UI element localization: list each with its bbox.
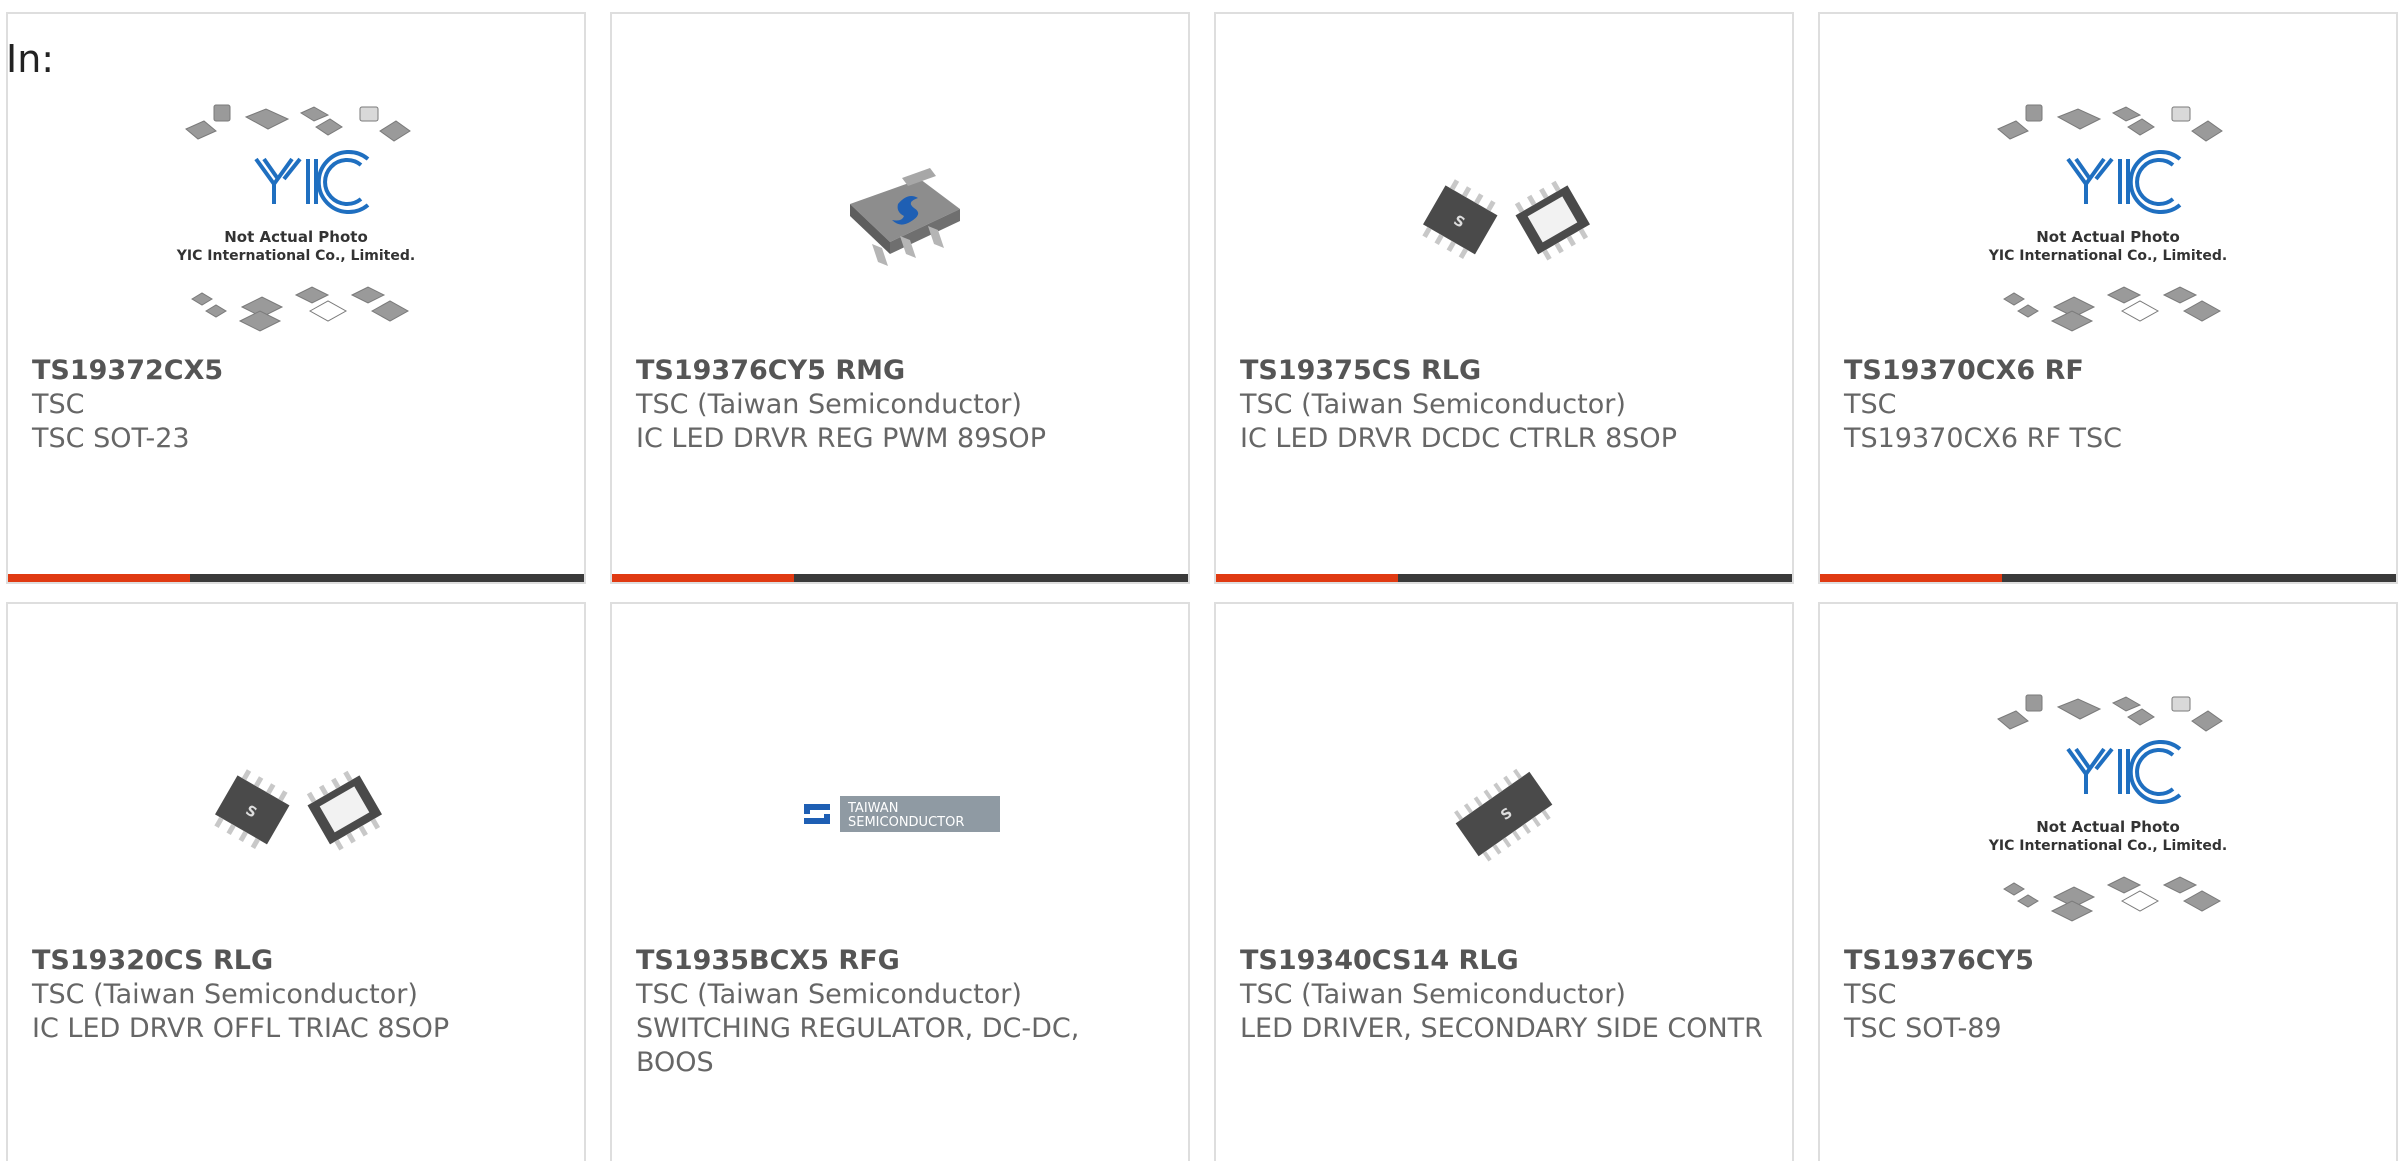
manufacturer: TSC (Taiwan Semiconductor) [32,979,418,1010]
product-image[interactable]: Not Actual Photo YIC International Co., … [1820,84,2396,364]
part-number[interactable]: TS19370CX6 RF [1844,354,2372,388]
product-card[interactable]: TAIWAN SEMICONDUCTOR TS1935BCX5 RFG TSC … [610,602,1190,1161]
part-number[interactable]: TS19340CS14 RLG [1240,944,1768,978]
manufacturer: TSC (Taiwan Semiconductor) [636,979,1022,1010]
product-image[interactable] [612,84,1188,364]
product-info: TS19375CS RLG TSC (Taiwan Semiconductor)… [1240,354,1768,456]
placeholder-chips-image: Not Actual Photo YIC International Co., … [1988,104,2227,332]
part-number[interactable]: TS19375CS RLG [1240,354,1768,388]
product-info: TS19376CY5 TSC TSC SOT-89 [1844,944,2372,1046]
product-card[interactable]: Not Actual Photo YIC International Co., … [1818,602,2398,1161]
product-info: TS19370CX6 RF TSC TS19370CX6 RF TSC [1844,354,2372,456]
product-info: TS19376CY5 RMG TSC (Taiwan Semiconductor… [636,354,1164,456]
product-info: TS19340CS14 RLG TSC (Taiwan Semiconducto… [1240,944,1768,1046]
card-accent-bar [8,574,190,582]
placeholder-chips-image: Not Actual Photo YIC International Co., … [176,104,415,332]
product-info: TS19372CX5 TSC TSC SOT-23 [32,354,560,456]
placeholder-chips-image: Not Actual Photo YIC International Co., … [1988,694,2227,922]
card-accent-bar [1820,574,2002,582]
card-footer-bar [1216,574,1792,582]
sot89-package-icon [850,168,960,266]
sop8-package-icon: S [214,769,382,851]
card-footer-bar [612,574,1188,582]
product-card[interactable]: S TS19375CS RLG TSC (Taiwan Semiconducto… [1214,12,1794,584]
placeholder-line2: YIC International Co., Limited. [1988,248,2227,264]
placeholder-line1: Not Actual Photo [2036,818,2180,836]
description: IC LED DRVR REG PWM 89SOP [636,423,1046,454]
placeholder-line1: Not Actual Photo [224,228,368,246]
manufacturer: TSC (Taiwan Semiconductor) [1240,389,1626,420]
description: IC LED DRVR DCDC CTRLR 8SOP [1240,423,1677,454]
part-number[interactable]: TS19372CX5 [32,354,560,388]
product-image[interactable]: Not Actual Photo YIC International Co., … [1820,674,2396,954]
product-grid: Not Actual Photo YIC International Co., … [6,12,2400,1161]
description: SWITCHING REGULATOR, DC-DC, BOOS [636,1013,1080,1078]
product-grid-page: Not Actual Photo YIC International Co., … [0,0,2400,1161]
logo-line1: TAIWAN [847,801,898,816]
description: TSC SOT-89 [1844,1013,2002,1044]
part-number[interactable]: TS19320CS RLG [32,944,560,978]
description: TSC SOT-23 [32,423,190,454]
placeholder-line1: Not Actual Photo [2036,228,2180,246]
description: TS19370CX6 RF TSC [1844,423,2122,454]
manufacturer: TSC [1844,389,1897,420]
product-card[interactable]: TS19376CY5 RMG TSC (Taiwan Semiconductor… [610,12,1190,584]
taiwan-semiconductor-logo: TAIWAN SEMICONDUCTOR [800,796,1000,832]
placeholder-line2: YIC International Co., Limited. [1988,838,2227,854]
product-card[interactable]: Not Actual Photo YIC International Co., … [1818,12,2398,584]
card-footer-bar [1820,574,2396,582]
manufacturer: TSC [32,389,85,420]
manufacturer: TSC (Taiwan Semiconductor) [1240,979,1626,1010]
part-number[interactable]: TS1935BCX5 RFG [636,944,1164,978]
sop8-package-icon: S [1422,179,1590,261]
sop14-package-icon: S [1454,768,1553,862]
product-info: TS19320CS RLG TSC (Taiwan Semiconductor)… [32,944,560,1046]
product-image[interactable]: Not Actual Photo YIC International Co., … [8,84,584,364]
product-image[interactable]: S [1216,84,1792,364]
product-image[interactable]: S [8,674,584,954]
part-number[interactable]: TS19376CY5 RMG [636,354,1164,388]
product-card[interactable]: S TS19340CS14 RLG TSC (Taiwan Semiconduc… [1214,602,1794,1161]
product-image[interactable]: S [1216,674,1792,954]
manufacturer: TSC (Taiwan Semiconductor) [636,389,1022,420]
filter-prefix-label: In: [6,37,55,81]
placeholder-line2: YIC International Co., Limited. [176,248,415,264]
product-image[interactable]: TAIWAN SEMICONDUCTOR [612,674,1188,954]
description: IC LED DRVR OFFL TRIAC 8SOP [32,1013,450,1044]
manufacturer: TSC [1844,979,1897,1010]
logo-line2: SEMICONDUCTOR [848,815,964,830]
card-accent-bar [612,574,794,582]
product-card[interactable]: Not Actual Photo YIC International Co., … [6,12,586,584]
product-info: TS1935BCX5 RFG TSC (Taiwan Semiconductor… [636,944,1164,1080]
part-number[interactable]: TS19376CY5 [1844,944,2372,978]
card-footer-bar [8,574,584,582]
product-card[interactable]: S TS19320CS RLG TSC (Taiwan Semiconducto… [6,602,586,1161]
description: LED DRIVER, SECONDARY SIDE CONTR [1240,1013,1763,1044]
card-accent-bar [1216,574,1398,582]
